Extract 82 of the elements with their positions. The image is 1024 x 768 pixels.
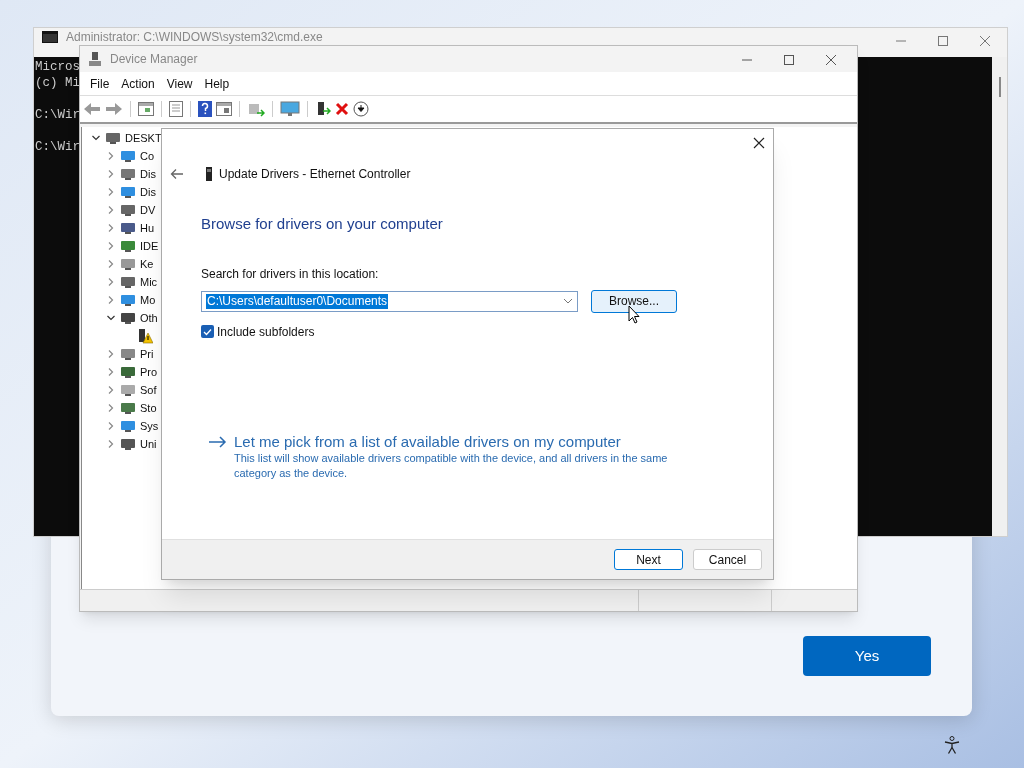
device-icon	[120, 293, 136, 307]
console-line: (c) Mi	[35, 75, 80, 91]
dialog-heading: Browse for drivers on your computer	[201, 214, 444, 234]
tree-item[interactable]: Sys	[140, 417, 159, 435]
dialog-button[interactable]: Cancel	[693, 549, 762, 570]
tree-item[interactable]: Sto	[140, 399, 157, 417]
window-title: Device Manager	[110, 51, 198, 68]
menu-item[interactable]: Help	[199, 74, 235, 93]
checkbox-label: Include subfolders	[217, 323, 315, 341]
menu-item[interactable]: File	[85, 74, 115, 93]
maximize-icon[interactable]	[937, 35, 949, 47]
device-icon	[120, 437, 136, 451]
accessibility-icon[interactable]	[944, 736, 960, 754]
tree-item[interactable]: Pri	[140, 345, 154, 363]
tree-item[interactable]: Pro	[140, 363, 158, 381]
tree-item[interactable]: Hu	[140, 219, 155, 237]
console-line: Micros	[35, 59, 80, 75]
tree-item[interactable]: Co	[140, 147, 155, 165]
device-icon	[120, 203, 136, 217]
close-icon[interactable]	[825, 54, 837, 66]
dialog-button[interactable]: Next	[614, 549, 683, 570]
console-line: C:\Wir	[35, 107, 80, 123]
expand-chevron-icon[interactable]	[106, 313, 116, 323]
device-icon	[120, 347, 136, 361]
device-icon	[120, 239, 136, 253]
panel-icon[interactable]	[138, 102, 154, 116]
device-icon	[120, 257, 136, 271]
menu-item[interactable]: View	[161, 74, 198, 93]
tree-item[interactable]: Mic	[140, 273, 158, 291]
tree-item[interactable]: Dis	[140, 165, 156, 183]
tree-item[interactable]: Mo	[140, 291, 156, 309]
link-description: This list will show available drivers compatible with the device, and all drivers in the same category as the device.	[234, 450, 669, 481]
checkmark-icon	[203, 327, 212, 336]
scan-hardware-icon[interactable]	[247, 101, 265, 117]
download-icon[interactable]	[353, 101, 369, 117]
tree-item[interactable]: Sof	[140, 381, 157, 399]
maximize-icon[interactable]	[783, 54, 795, 66]
yes-button[interactable]: Yes	[803, 636, 931, 676]
location-label: Search for drivers in this location:	[201, 265, 380, 283]
tree-item[interactable]: DESKT	[125, 129, 162, 147]
location-combo[interactable]: C:\Users\defaultuser0\Documents	[201, 290, 578, 312]
tree-item[interactable]: Dis	[140, 183, 156, 201]
help-icon[interactable]	[198, 101, 212, 117]
tree-item[interactable]: Oth	[140, 309, 158, 327]
uninstall-icon[interactable]	[335, 102, 349, 116]
driver-list-link[interactable]: Let me pick from a list of available drivers on my computer	[234, 431, 679, 451]
tree-item[interactable]: Uni	[140, 435, 157, 453]
forward-arrow-icon[interactable]	[105, 102, 123, 116]
computer-icon	[88, 51, 102, 67]
dialog-title: Update Drivers - Ethernet Controller	[219, 166, 411, 183]
update-driver-icon[interactable]	[315, 101, 331, 117]
device-icon	[105, 131, 121, 145]
device-icon	[120, 167, 136, 181]
monitor-icon[interactable]	[280, 101, 300, 117]
tree-item[interactable]: Ke	[140, 255, 154, 273]
device-icon	[120, 383, 136, 397]
device-icon	[120, 185, 136, 199]
device-icon	[120, 275, 136, 289]
browse-button[interactable]: Browse...	[591, 289, 677, 313]
tree-item[interactable]: IDE	[140, 237, 159, 255]
back-arrow-icon[interactable]	[83, 102, 101, 116]
console-line: C:\Wir	[35, 139, 80, 155]
device-icon	[120, 311, 136, 325]
network-adapter-icon	[205, 167, 213, 181]
mouse-cursor-icon	[628, 305, 640, 324]
device-icon	[120, 419, 136, 433]
device-icon	[120, 365, 136, 379]
right-arrow-icon[interactable]	[208, 435, 227, 448]
expand-chevron-icon[interactable]	[91, 133, 101, 143]
tree-item[interactable]: DV	[140, 201, 156, 219]
close-icon[interactable]	[753, 137, 765, 149]
device-icon	[120, 401, 136, 415]
list-icon[interactable]	[169, 101, 183, 117]
menu-item[interactable]: Action	[116, 74, 160, 93]
console-icon	[42, 31, 58, 43]
window-title: Administrator: C:\WINDOWS\system32\cmd.exe	[66, 31, 323, 44]
checkbox[interactable]	[201, 325, 214, 338]
warning-device-icon	[137, 328, 153, 344]
device-icon	[120, 221, 136, 235]
panel-icon[interactable]	[216, 102, 232, 116]
device-icon	[120, 149, 136, 163]
back-arrow-icon[interactable]	[170, 168, 184, 180]
